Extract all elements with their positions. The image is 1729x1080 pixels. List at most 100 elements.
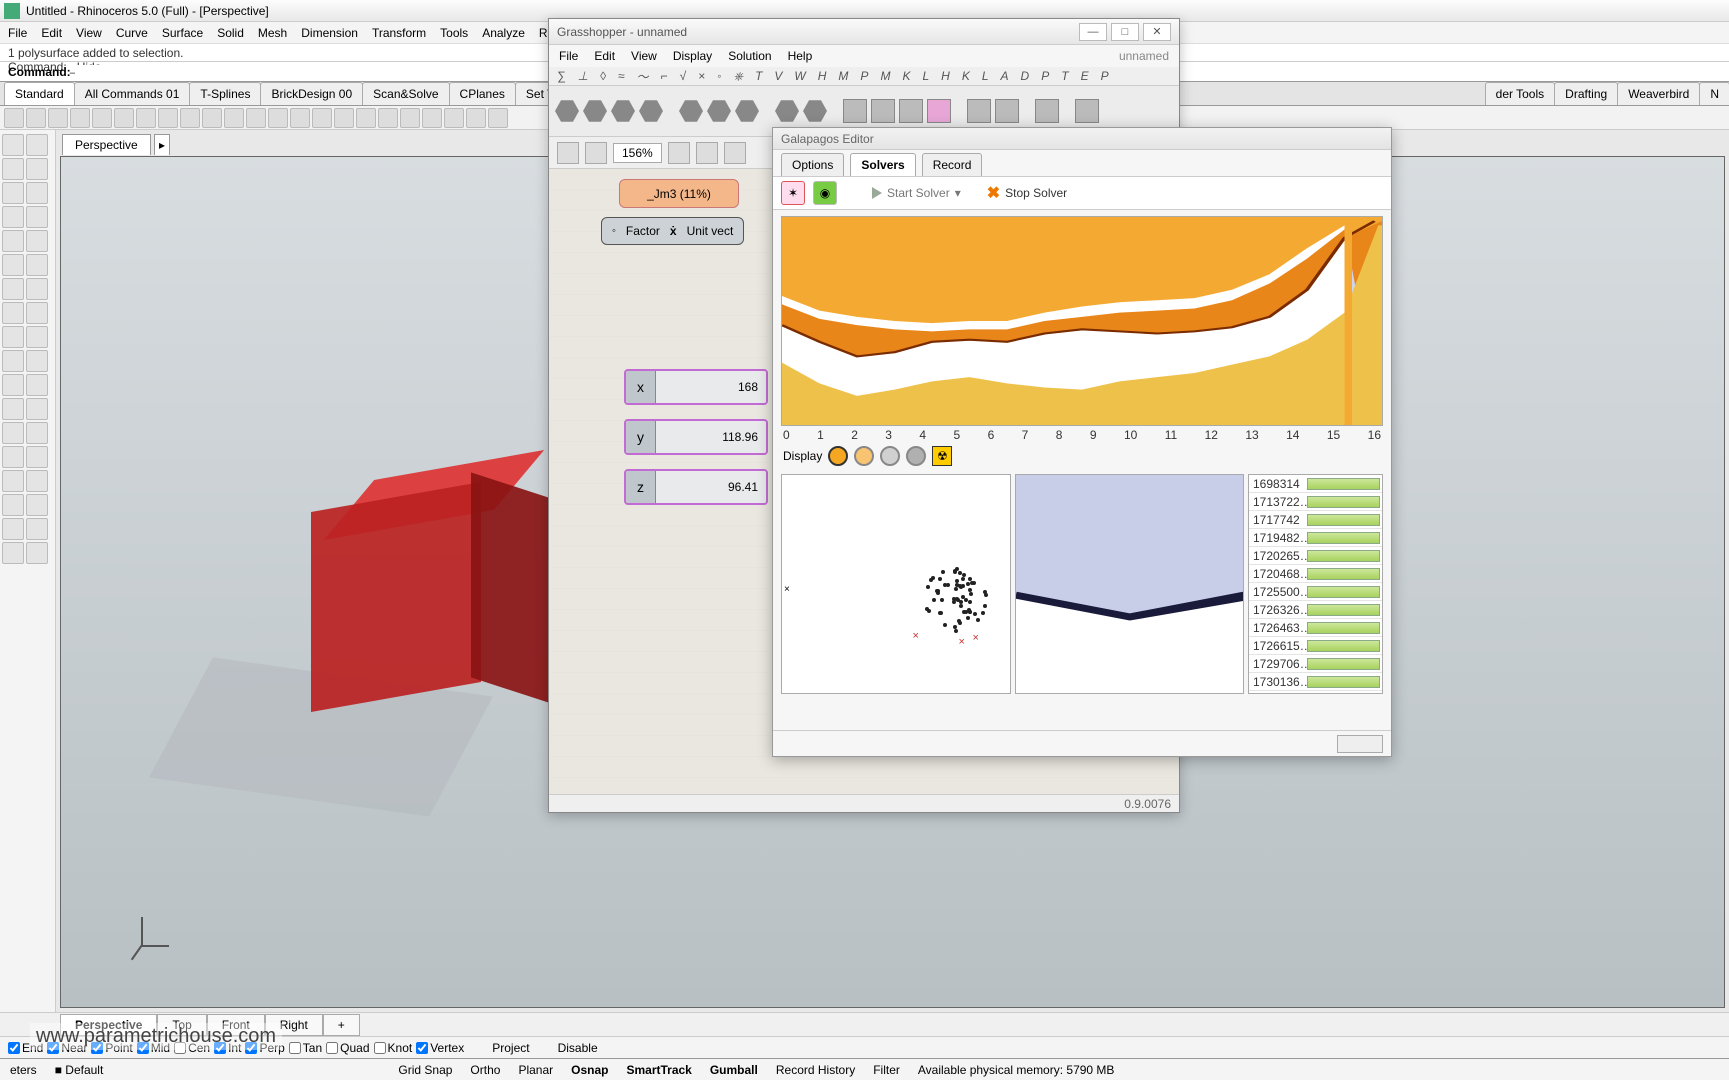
genome-row[interactable]: 1730136… [1249,673,1382,691]
stop-solver-button[interactable]: ✖ Stop Solver [978,179,1076,207]
polyline-icon[interactable] [26,182,48,204]
display-mode-1-icon[interactable] [828,446,848,466]
render-icon[interactable] [356,108,376,128]
gh-cat-27[interactable]: P [1101,69,1109,83]
osnap-quad[interactable]: Quad [326,1041,369,1055]
dim-icon[interactable] [2,542,24,564]
rotate-icon[interactable] [224,108,244,128]
viewport-title[interactable]: Perspective [62,134,151,155]
lasso-icon[interactable] [26,134,48,156]
gal-tab-solvers[interactable]: Solvers [850,153,915,176]
cut-icon[interactable] [92,108,112,128]
open-icon[interactable] [26,108,46,128]
gh-cat-21[interactable]: L [982,69,989,83]
genome-scatter-panel[interactable]: × ××× [781,474,1011,694]
tab-rendertools[interactable]: der Tools [1485,82,1555,105]
gh-cat-18[interactable]: L [922,69,929,83]
status-layer[interactable]: ■ Default [55,1063,104,1077]
display-mode-3-icon[interactable] [880,446,900,466]
fillet-icon[interactable] [26,422,48,444]
status-osnap[interactable]: Osnap [571,1063,608,1077]
gh-cat-4[interactable]: 〜 [637,68,649,85]
convergence-panel[interactable] [1015,474,1245,694]
genome-row[interactable]: 1720468… [1249,565,1382,583]
gh-cat-14[interactable]: M [838,69,848,83]
gh-menu-file[interactable]: File [559,49,578,63]
component-hex-icon[interactable] [775,99,799,123]
genome-row[interactable]: 1717742 [1249,511,1382,529]
genome-row[interactable]: 1713722… [1249,493,1382,511]
gh-zoom-level[interactable]: 156% [613,143,662,163]
redo-icon[interactable] [180,108,200,128]
component-hex-icon[interactable] [639,99,663,123]
display-radiation-icon[interactable]: ☢ [932,446,952,466]
gh-cat-1[interactable]: ⊥ [578,69,588,83]
tab-n[interactable]: N [1699,82,1729,105]
gh-save-icon[interactable] [585,142,607,164]
split-icon[interactable] [2,398,24,420]
ok-button[interactable] [1337,735,1383,753]
tab-drafting[interactable]: Drafting [1554,82,1618,105]
point-icon[interactable] [2,158,24,180]
annealing-solver-icon[interactable]: ◉ [813,181,837,205]
gh-cat-8[interactable]: ◦ [717,69,721,83]
zoom-extents-icon[interactable] [268,108,288,128]
slider-y-value[interactable]: 118.96 [656,421,766,453]
close-icon[interactable]: ✕ [1143,23,1171,41]
genome-row[interactable]: 1698314 [1249,475,1382,493]
join-icon[interactable] [26,398,48,420]
menu-solid[interactable]: Solid [217,26,244,40]
component-hex-icon[interactable] [803,99,827,123]
component-hex-icon[interactable] [707,99,731,123]
status-ortho[interactable]: Ortho [470,1063,500,1077]
menu-dimension[interactable]: Dimension [301,26,358,40]
gh-menu-edit[interactable]: Edit [594,49,615,63]
start-solver-button[interactable]: Start Solver ▾ [863,182,970,204]
component-hex-icon[interactable] [735,99,759,123]
new-icon[interactable] [4,108,24,128]
ellipse-icon[interactable] [26,254,48,276]
layers-icon[interactable] [378,108,398,128]
selected-polysurface[interactable] [301,467,501,727]
menu-curve[interactable]: Curve [116,26,148,40]
component-hex-icon[interactable] [555,99,579,123]
gh-cat-0[interactable]: ∑ [557,69,566,83]
menu-tools[interactable]: Tools [440,26,468,40]
boolean-icon[interactable] [2,374,24,396]
osnap-tan[interactable]: Tan [289,1041,322,1055]
gh-menu-help[interactable]: Help [788,49,813,63]
component-sq-icon[interactable] [871,99,895,123]
genome-row[interactable]: 1726326… [1249,601,1382,619]
gh-cat-7[interactable]: × [698,69,705,83]
component-sq-pink-icon[interactable] [927,99,951,123]
component-sq-icon[interactable] [995,99,1019,123]
rect-icon[interactable] [2,206,24,228]
options-icon[interactable] [466,108,486,128]
gh-menu-solution[interactable]: Solution [728,49,771,63]
tab-scansolve[interactable]: Scan&Solve [362,82,449,105]
component-sq-icon[interactable] [1075,99,1099,123]
genome-row[interactable]: 1726463… [1249,619,1382,637]
component-sq-icon[interactable] [1035,99,1059,123]
slider-z-value[interactable]: 96.41 [656,471,766,503]
menu-transform[interactable]: Transform [372,26,426,40]
rotate3d-icon[interactable] [26,494,48,516]
osnap-knot[interactable]: Knot [374,1041,413,1055]
gh-cat-22[interactable]: A [1001,69,1009,83]
gh-sketch-icon[interactable] [724,142,746,164]
copy-icon[interactable] [114,108,134,128]
polygon-icon[interactable] [26,206,48,228]
show-icon[interactable] [444,108,464,128]
tab-cplanes[interactable]: CPlanes [449,82,516,105]
gh-menu-view[interactable]: View [631,49,657,63]
component-sq-icon[interactable] [967,99,991,123]
menu-edit[interactable]: Edit [41,26,62,40]
slider-x-value[interactable]: 168 [656,371,766,403]
gh-slider-z[interactable]: z 96.41 [624,469,768,505]
tab-tsplines[interactable]: T-Splines [189,82,261,105]
offset-icon[interactable] [26,446,48,468]
gh-slider-x[interactable]: x 168 [624,369,768,405]
maximize-icon[interactable]: □ [1111,23,1139,41]
gal-tab-record[interactable]: Record [922,153,983,176]
gh-node-unitvector[interactable]: ◦ Factor ẋ Unit vect [601,217,744,245]
